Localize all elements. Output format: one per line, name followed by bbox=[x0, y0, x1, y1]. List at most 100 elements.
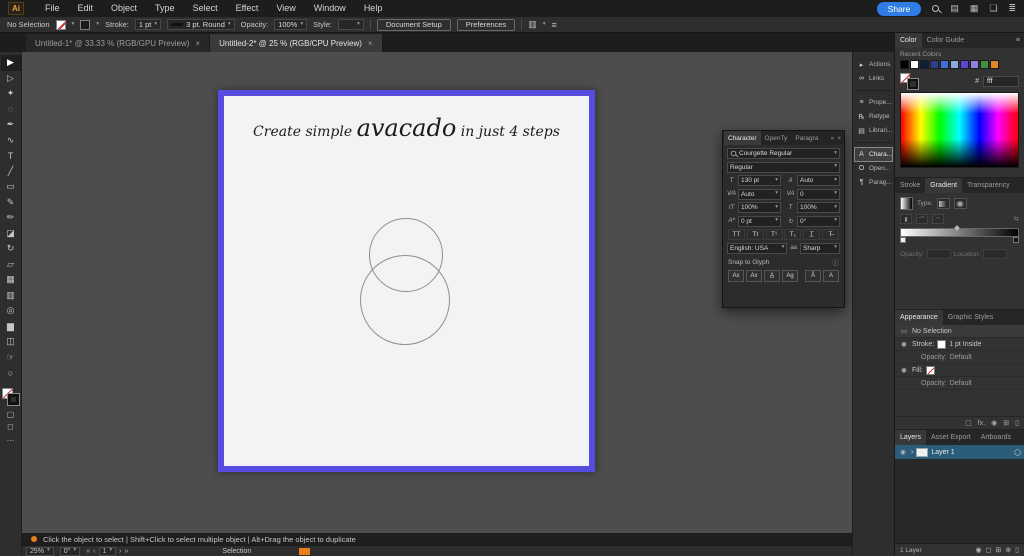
zoom-tool[interactable]: ○ bbox=[1, 365, 21, 381]
stroke-gradient-along-icon[interactable]: ⌒ bbox=[916, 214, 928, 224]
artboard-tool[interactable]: ◫ bbox=[1, 334, 21, 350]
document-setup-button[interactable]: Document Setup bbox=[376, 18, 451, 31]
menu-item[interactable]: Window bbox=[305, 0, 355, 17]
appearance-fill-row[interactable]: ◉ Fill: bbox=[895, 364, 1024, 377]
recent-color-swatch[interactable] bbox=[970, 60, 979, 69]
gradient-panel-tab[interactable]: Stroke bbox=[895, 178, 925, 193]
horizontal-scale-stepper[interactable]: T 100% ▾ bbox=[786, 202, 840, 213]
visibility-eye-icon[interactable]: ◉ bbox=[899, 340, 909, 348]
fill-caret-icon[interactable]: ▾ bbox=[72, 21, 75, 28]
magic-wand-tool[interactable]: ✦ bbox=[1, 86, 21, 102]
recent-color-swatch[interactable] bbox=[900, 60, 909, 69]
new-stroke-icon[interactable]: ▢ bbox=[965, 419, 972, 427]
gradient-tool[interactable]: ▥ bbox=[1, 288, 21, 304]
caret-icon[interactable]: ▾ bbox=[543, 21, 546, 28]
artboard-number-field[interactable]: 1 ▾ bbox=[98, 546, 117, 556]
snap-glyph-button[interactable]: A bbox=[823, 269, 839, 282]
next-artboard-icon[interactable]: › bbox=[119, 548, 121, 555]
stroke-gradient-within-icon[interactable]: ▮ bbox=[900, 214, 912, 224]
stroke-swatch[interactable] bbox=[937, 339, 947, 349]
scale-tool[interactable]: ▱ bbox=[1, 257, 21, 273]
panel-menu-icon[interactable]: ≡ bbox=[1012, 33, 1024, 48]
stroke-gradient-across-icon[interactable]: ◠ bbox=[932, 214, 944, 224]
language-field[interactable]: English: USA ▾ bbox=[727, 242, 788, 254]
paintbrush-tool[interactable]: ✎ bbox=[1, 195, 21, 211]
layer-expand-chevron-icon[interactable]: › bbox=[911, 449, 913, 456]
opacity-field[interactable]: 100% ▾ bbox=[274, 19, 308, 30]
info-icon[interactable]: ⓘ bbox=[833, 257, 840, 267]
document-tab[interactable]: Untitled-1* @ 33.33 % (RGB/GPU Preview) … bbox=[26, 34, 211, 52]
rectangle-tool[interactable]: ▭ bbox=[1, 179, 21, 195]
gallery-icon[interactable]: ▤ bbox=[950, 3, 959, 14]
effects-fx-icon[interactable]: fx. bbox=[978, 420, 985, 427]
font-style-field[interactable]: Regular ▾ bbox=[727, 161, 840, 173]
layer-name[interactable]: Layer 1 bbox=[931, 449, 954, 456]
fill-swatch[interactable] bbox=[925, 365, 935, 375]
rotation-field[interactable]: 0° ▾ bbox=[59, 546, 81, 556]
type-tool[interactable]: T bbox=[1, 148, 21, 164]
eyedropper-tool[interactable]: ◎ bbox=[1, 303, 21, 319]
snap-glyph-button[interactable]: Ax bbox=[728, 269, 744, 282]
menu-item[interactable]: Object bbox=[102, 0, 146, 17]
layers-panel-tab[interactable]: Layers bbox=[895, 430, 927, 445]
menu-item[interactable]: Select bbox=[184, 0, 227, 17]
appearance-stroke-opacity-row[interactable]: Opacity: Default bbox=[895, 351, 1024, 364]
new-layer-icon[interactable]: ⊕ bbox=[1005, 546, 1011, 554]
panel-button-opentype[interactable]: O Open... bbox=[855, 162, 892, 175]
character-rotation-stepper[interactable]: ↻ 0° ▾ bbox=[786, 215, 840, 227]
share-button[interactable]: Share bbox=[876, 1, 922, 16]
stroke-weight-field[interactable]: 1 pt ▾ bbox=[134, 19, 162, 30]
fill-stroke-indicator[interactable] bbox=[900, 73, 919, 90]
preferences-button[interactable]: Preferences bbox=[456, 18, 516, 31]
vertical-scale-stepper[interactable]: IT 100% ▾ bbox=[727, 202, 781, 213]
menu-item[interactable]: Edit bbox=[69, 0, 103, 17]
panel-button-retype[interactable]: ℞ Retype bbox=[855, 110, 892, 123]
stroke-color-swatch[interactable] bbox=[7, 392, 20, 406]
fill-swatch[interactable] bbox=[55, 19, 66, 30]
edit-toolbar-icon[interactable]: … bbox=[7, 434, 15, 443]
close-panel-icon[interactable]: × bbox=[837, 135, 841, 142]
case-format-button[interactable]: T₁ bbox=[784, 229, 802, 240]
recent-color-swatch[interactable] bbox=[920, 60, 929, 69]
gradient-stop-white[interactable] bbox=[900, 237, 906, 243]
previous-artboard-icon[interactable]: ‹ bbox=[93, 548, 95, 555]
visibility-eye-icon[interactable]: ◉ bbox=[899, 366, 909, 374]
recent-color-swatch[interactable] bbox=[990, 60, 999, 69]
baseline-shift-stepper[interactable]: Aª 0 pt ▾ bbox=[727, 215, 781, 227]
appearance-fill-opacity-row[interactable]: Opacity: Default bbox=[895, 377, 1024, 390]
menu-item[interactable]: Effect bbox=[227, 0, 268, 17]
draw-mode-icon[interactable]: ▢ bbox=[7, 410, 15, 419]
locate-object-icon[interactable]: ◉ bbox=[975, 546, 981, 554]
color-spectrum[interactable] bbox=[900, 92, 1019, 168]
panel-button-properties[interactable]: ≡ Prope... bbox=[855, 96, 892, 109]
delete-item-icon[interactable]: ▯ bbox=[1015, 419, 1019, 427]
gradient-panel-tab[interactable]: Gradient bbox=[925, 178, 963, 193]
grid-icon[interactable]: ▦ bbox=[970, 3, 979, 14]
snap-glyph-button[interactable]: Ax bbox=[746, 269, 762, 282]
recent-color-swatch[interactable] bbox=[960, 60, 969, 69]
artboard[interactable]: Create simple avacado in just 4 steps bbox=[218, 90, 595, 472]
appearance-stroke-row[interactable]: ◉ Stroke: 1 pt Inside bbox=[895, 338, 1024, 351]
radial-gradient-button[interactable] bbox=[953, 198, 967, 209]
panel-button-libraries[interactable]: ▤ Librari... bbox=[855, 124, 892, 137]
layer-thumbnail[interactable] bbox=[916, 447, 929, 457]
screen-mode-icon[interactable]: ◻ bbox=[7, 422, 14, 431]
first-artboard-icon[interactable]: « bbox=[86, 548, 90, 555]
snap-glyph-button[interactable]: Å bbox=[805, 269, 821, 282]
blend-tool[interactable]: ▆ bbox=[1, 319, 21, 335]
gradient-stop-black[interactable] bbox=[1013, 237, 1019, 243]
last-artboard-icon[interactable]: » bbox=[125, 548, 129, 555]
character-panel-tab[interactable]: Character bbox=[724, 131, 761, 145]
rotate-tool[interactable]: ↻ bbox=[1, 241, 21, 257]
align-icon[interactable]: ▥ bbox=[528, 19, 537, 30]
linear-gradient-button[interactable] bbox=[936, 198, 950, 209]
color-panel-tab[interactable]: Color Guide bbox=[922, 33, 969, 48]
tab-close-icon[interactable]: × bbox=[368, 39, 373, 48]
eraser-tool[interactable]: ◪ bbox=[1, 226, 21, 242]
panel-options-icon[interactable]: ≡ bbox=[551, 20, 556, 30]
make-mask-icon[interactable]: ◻ bbox=[986, 546, 992, 554]
appearance-panel-tab[interactable]: Graphic Styles bbox=[943, 310, 999, 325]
menu-item[interactable]: View bbox=[267, 0, 304, 17]
style-field[interactable]: ▾ bbox=[337, 19, 364, 30]
new-sublayer-icon[interactable]: ⊞ bbox=[995, 546, 1001, 554]
